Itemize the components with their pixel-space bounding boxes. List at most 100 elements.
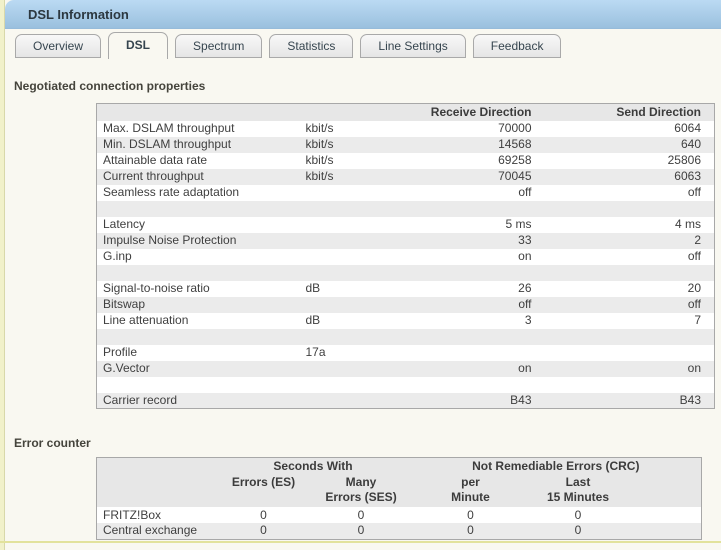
error-value-cell: 0 — [216, 507, 312, 523]
receive-cell: off — [392, 297, 540, 313]
section-title-error-counter: Error counter — [14, 436, 91, 450]
error-col-header: Last15 Minutes — [531, 474, 626, 507]
property-row: G.inp onoff — [97, 249, 715, 265]
receive-cell: B43 — [392, 393, 540, 409]
receive-cell: on — [392, 361, 540, 377]
receive-cell: 5 ms — [392, 217, 540, 233]
receive-cell: off — [392, 185, 540, 201]
header-seconds-with: Seconds With — [216, 458, 411, 475]
property-row: Bitswap offoff — [97, 297, 715, 313]
tab-overview[interactable]: Overview — [15, 34, 101, 58]
unit-cell — [302, 217, 392, 233]
receive-cell: 14568 — [392, 137, 540, 153]
send-cell: B43 — [540, 393, 715, 409]
header-empty — [97, 104, 302, 121]
property-row: G.Vector onon — [97, 361, 715, 377]
unit-cell: 17a — [302, 345, 392, 361]
receive-cell — [392, 329, 540, 345]
property-row: Min. DSLAM throughputkbit/s14568640 — [97, 137, 715, 153]
tab-dsl[interactable]: DSL — [108, 32, 168, 59]
label-cell — [97, 201, 302, 217]
header-send-direction: Send Direction — [540, 104, 715, 121]
tab-bar: Overview DSL Spectrum Statistics Line Settin… — [15, 32, 561, 59]
send-cell: off — [540, 249, 715, 265]
unit-cell: dB — [302, 281, 392, 297]
section-title-negotiated: Negotiated connection properties — [14, 79, 205, 93]
receive-cell: 3 — [392, 313, 540, 329]
send-cell: 20 — [540, 281, 715, 297]
label-cell: G.inp — [97, 249, 302, 265]
unit-cell: kbit/s — [302, 153, 392, 169]
page-left-accent-strip — [0, 0, 5, 550]
header-not-remediable-crc: Not Remediable Errors (CRC) — [411, 458, 702, 475]
property-row: Attainable data ratekbit/s6925825806 — [97, 153, 715, 169]
spacer-row — [97, 265, 715, 281]
header-receive-direction: Receive Direction — [392, 104, 540, 121]
send-cell — [540, 265, 715, 281]
receive-cell: 70000 — [392, 121, 540, 137]
label-cell: Min. DSLAM throughput — [97, 137, 302, 153]
label-cell: G.Vector — [97, 361, 302, 377]
unit-cell — [302, 185, 392, 201]
label-cell: Max. DSLAM throughput — [97, 121, 302, 137]
send-cell — [540, 329, 715, 345]
tab-feedback[interactable]: Feedback — [473, 34, 562, 58]
property-row: Line attenuationdB37 — [97, 313, 715, 329]
unit-cell: kbit/s — [302, 137, 392, 153]
send-cell: 7 — [540, 313, 715, 329]
send-cell: on — [540, 361, 715, 377]
error-subheader-row: Errors (ES)ManyErrors (SES)perMinuteLast… — [97, 474, 702, 507]
unit-cell — [302, 265, 392, 281]
page-title: DSL Information — [28, 7, 129, 22]
send-cell: 6063 — [540, 169, 715, 185]
unit-cell — [302, 249, 392, 265]
send-cell: 4 ms — [540, 217, 715, 233]
error-row-label: FRITZ!Box — [97, 507, 216, 523]
unit-cell — [302, 393, 392, 409]
unit-cell — [302, 233, 392, 249]
spacer-row — [97, 201, 715, 217]
send-cell: off — [540, 297, 715, 313]
send-cell — [540, 201, 715, 217]
label-cell: Profile — [97, 345, 302, 361]
unit-cell — [302, 297, 392, 313]
receive-cell — [392, 201, 540, 217]
send-cell: off — [540, 185, 715, 201]
error-value-cell: 0 — [531, 523, 626, 539]
label-cell — [97, 377, 302, 393]
label-cell: Impulse Noise Protection — [97, 233, 302, 249]
tab-line-settings[interactable]: Line Settings — [360, 34, 465, 58]
receive-cell: 33 — [392, 233, 540, 249]
send-cell: 2 — [540, 233, 715, 249]
filler-cell — [626, 523, 702, 539]
error-row-label: Central exchange — [97, 523, 216, 539]
label-cell: Line attenuation — [97, 313, 302, 329]
header-empty — [97, 458, 216, 475]
receive-cell: 69258 — [392, 153, 540, 169]
spacer-row — [97, 377, 715, 393]
label-cell: Latency — [97, 217, 302, 233]
send-cell: 640 — [540, 137, 715, 153]
error-value-cell: 0 — [411, 523, 531, 539]
unit-cell: dB — [302, 313, 392, 329]
receive-cell — [392, 265, 540, 281]
tab-statistics[interactable]: Statistics — [269, 34, 353, 58]
header-empty — [302, 104, 392, 121]
label-cell — [97, 329, 302, 345]
label-cell: Carrier record — [97, 393, 302, 409]
error-value-cell: 0 — [312, 523, 411, 539]
receive-cell — [392, 377, 540, 393]
error-row: FRITZ!Box0000 — [97, 507, 702, 523]
send-cell — [540, 377, 715, 393]
send-cell: 25806 — [540, 153, 715, 169]
negotiated-header-row: Receive Direction Send Direction — [97, 104, 715, 121]
error-col-header: Errors (ES) — [216, 474, 312, 507]
label-cell: Attainable data rate — [97, 153, 302, 169]
error-col-header: ManyErrors (SES) — [312, 474, 411, 507]
error-value-cell: 0 — [312, 507, 411, 523]
unit-cell — [302, 377, 392, 393]
property-row: Profile17a — [97, 345, 715, 361]
error-col-header: perMinute — [411, 474, 531, 507]
unit-cell: kbit/s — [302, 121, 392, 137]
tab-spectrum[interactable]: Spectrum — [175, 34, 262, 58]
